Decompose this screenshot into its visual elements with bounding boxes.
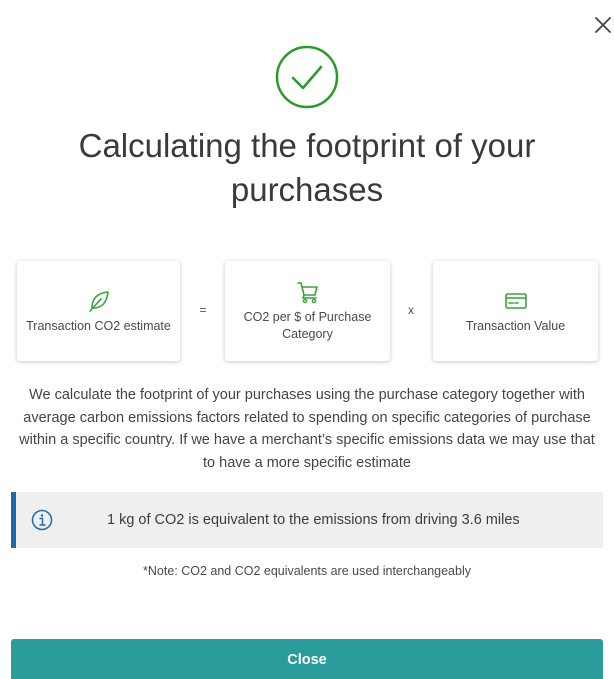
formula-card-co2-per-dollar: CO2 per $ of Purchase Category	[225, 261, 390, 361]
close-button[interactable]: Close	[11, 639, 603, 679]
formula-card-label: Transaction CO2 estimate	[26, 318, 171, 333]
formula-card-transaction-value: Transaction Value	[433, 261, 598, 361]
formula-card-label: CO2 per $ of Purchase Category	[243, 310, 372, 341]
equals-sign: =	[199, 303, 207, 317]
credit-card-icon	[503, 288, 529, 314]
multiply-sign: x	[408, 303, 414, 317]
info-banner: 1 kg of CO2 is equivalent to the emissio…	[11, 492, 603, 548]
description-text: We calculate the footprint of your purch…	[19, 387, 595, 471]
info-icon	[31, 509, 53, 531]
cart-icon	[295, 279, 321, 305]
formula-card-label: Transaction Value	[465, 318, 566, 333]
close-icon[interactable]	[592, 14, 614, 36]
check-circle-icon	[274, 44, 340, 110]
dialog-title: Calculating the footprint of your purcha…	[78, 127, 536, 208]
leaf-icon	[86, 288, 112, 314]
info-text: 1 kg of CO2 is equivalent to the emissio…	[107, 512, 520, 528]
note-text: *Note: CO2 and CO2 equivalents are used …	[143, 564, 471, 578]
formula-card-transaction-co2: Transaction CO2 estimate	[17, 261, 180, 361]
